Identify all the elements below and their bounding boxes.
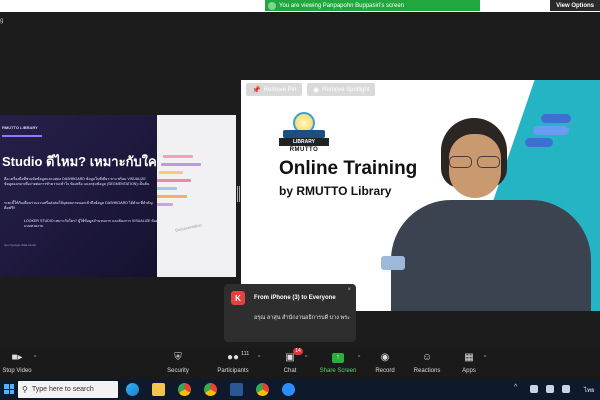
chart-photo-bar <box>157 195 187 198</box>
chat-message: อรุณ ลาสุน สำนักงานอธิการบดี บาง พระ <box>254 315 351 321</box>
chat-sender: From iPhone (3) to Everyone <box>254 295 336 301</box>
windows-start-icon[interactable] <box>4 384 14 394</box>
remove-spotlight-label: Remove Spotlight <box>322 86 370 93</box>
chat-badge: 14 <box>293 348 303 355</box>
slide-content: RMUTTO LIBRARY Studio ดีไหม? เหมาะกับใคร… <box>0 115 172 277</box>
logo-library-text: LIBRARY <box>279 138 329 146</box>
chart-photo: Documentation <box>157 115 236 277</box>
participants-count: 111 <box>240 351 250 357</box>
chrome-profile-icon[interactable] <box>256 383 269 396</box>
word-icon[interactable] <box>230 383 243 396</box>
spotlight-icon: ◉ <box>313 86 320 94</box>
slide-footer: ttps://google-data-studio <box>4 243 37 247</box>
resize-handle[interactable] <box>237 186 240 202</box>
reactions-icon: ☺ <box>421 352 433 363</box>
participants-button[interactable]: ●● 111 Participants <box>214 351 252 374</box>
camera-icon: ■▸ <box>11 352 23 363</box>
slide-headline: Studio ดีไหม? เหมาะกับใคร? <box>2 154 172 169</box>
slide-paragraph: ระยะนี้ให้กับเพื่อนร่วมงานหรือส่งต่อให้บ… <box>4 201 153 210</box>
share-screen-label: Share Screen <box>319 368 357 374</box>
chat-label: Chat <box>283 368 297 374</box>
training-subtitle: by RMUTTO Library <box>279 184 392 198</box>
volume-icon[interactable] <box>546 385 554 393</box>
chrome-icon[interactable] <box>178 383 191 396</box>
stop-video-label: Stop Video <box>2 368 32 374</box>
remove-pin-button[interactable]: 📌 Remove Pin <box>246 83 303 96</box>
apps-icon: ▦ <box>464 352 474 363</box>
share-screen-button[interactable]: ↑ Share Screen <box>320 351 356 374</box>
video-tile-speaker[interactable]: 📌 Remove Pin ◉ Remove Spotlight LIBRARY … <box>241 80 600 311</box>
chat-options-caret[interactable]: ^ <box>305 355 307 361</box>
remove-spotlight-button[interactable]: ◉ Remove Spotlight <box>307 83 376 96</box>
input-language[interactable]: ไทย <box>584 385 595 395</box>
chart-photo-bar <box>163 155 193 158</box>
windows-taskbar: ⚲ Type here to search ^ ไทย <box>0 379 600 400</box>
battery-icon[interactable] <box>562 385 570 393</box>
search-placeholder: Type here to search <box>31 386 94 393</box>
chart-photo-bar <box>157 187 177 190</box>
speaker-shirt <box>391 200 591 311</box>
glasses-icon <box>447 156 503 168</box>
view-options-button[interactable]: View Options <box>550 0 600 11</box>
sender-avatar: K <box>231 291 245 305</box>
chart-photo-bar <box>157 203 173 206</box>
chat-button[interactable]: ▣ 14 Chat <box>280 348 303 374</box>
tray-expand-icon[interactable]: ^ <box>514 384 517 391</box>
network-icon[interactable] <box>530 385 538 393</box>
apps-button[interactable]: ▦ Apps <box>460 351 478 374</box>
book-icon <box>283 130 325 138</box>
window-title: g <box>0 18 4 24</box>
share-screen-icon: ↑ <box>332 352 344 363</box>
screen-share-banner: You are viewing Panpapohn Buppasiri's sc… <box>265 0 480 11</box>
meeting-toolbar: ■▸ Stop Video ^ ⛨ Security ●● 111 Partici… <box>0 347 600 379</box>
chart-photo-bar <box>161 163 201 166</box>
chart-photo-bar <box>157 179 191 182</box>
participants-options-caret[interactable]: ^ <box>258 355 260 361</box>
edge-icon[interactable] <box>126 383 139 396</box>
chart-photo-bar <box>159 171 183 174</box>
view-options-label: View Options <box>556 2 594 9</box>
share-options-caret[interactable]: ^ <box>358 355 360 361</box>
record-button[interactable]: ◉ Record <box>374 351 396 374</box>
reactions-label: Reactions <box>413 368 441 374</box>
share-status-icon <box>268 1 276 10</box>
security-label: Security <box>167 368 189 374</box>
chart-paper-text: Documentation <box>174 222 203 233</box>
shield-icon: ⛨ <box>174 352 182 363</box>
slide-accent-bar <box>2 135 42 137</box>
stop-video-button[interactable]: ■▸ Stop Video <box>0 351 34 374</box>
slide-paragraph: LOOKER STUDIO เหมาะกับใคร? ผู้ใช้ข้อมูลจ… <box>24 219 172 228</box>
zoom-icon[interactable] <box>282 383 295 396</box>
rmutto-library-logo: LIBRARY RMUTTO <box>279 112 329 154</box>
remove-pin-label: Remove Pin <box>263 86 297 93</box>
apps-label: Apps <box>462 368 476 374</box>
close-icon[interactable]: × <box>347 287 351 293</box>
logo-rmutto-text: RMUTTO <box>289 147 319 153</box>
search-icon: ⚲ <box>22 385 28 394</box>
apps-options-caret[interactable]: ^ <box>484 355 486 361</box>
slide-paragraph: คือ เครื่องมือที่ช่วยจัดข้อมูลและแสดง DA… <box>4 177 150 186</box>
chat-icon: ▣ 14 <box>285 348 303 363</box>
participants-label: Participants <box>217 368 249 374</box>
speaker-video <box>391 116 591 311</box>
reactions-button[interactable]: ☺ Reactions <box>412 351 442 374</box>
shirt-logo <box>381 256 405 270</box>
pin-icon: 📌 <box>252 86 261 94</box>
security-button[interactable]: ⛨ Security <box>164 351 192 374</box>
video-tile-presentation[interactable]: RMUTTO LIBRARY Studio ดีไหม? เหมาะกับใคร… <box>0 115 236 277</box>
chat-notification[interactable]: K From iPhone (3) to Everyone × อรุณ ลาส… <box>224 284 356 342</box>
people-icon: ●● 111 <box>226 351 250 363</box>
taskbar-search[interactable]: ⚲ Type here to search <box>18 381 118 398</box>
slide-brand: RMUTTO LIBRARY <box>2 125 38 130</box>
record-label: Record <box>375 368 395 374</box>
chrome-alt-icon[interactable] <box>204 383 217 396</box>
share-banner-text: You are viewing Panpapohn Buppasiri's sc… <box>279 2 405 9</box>
file-explorer-icon[interactable] <box>152 383 165 396</box>
video-options-caret[interactable]: ^ <box>34 355 36 361</box>
record-icon: ◉ <box>380 352 390 363</box>
